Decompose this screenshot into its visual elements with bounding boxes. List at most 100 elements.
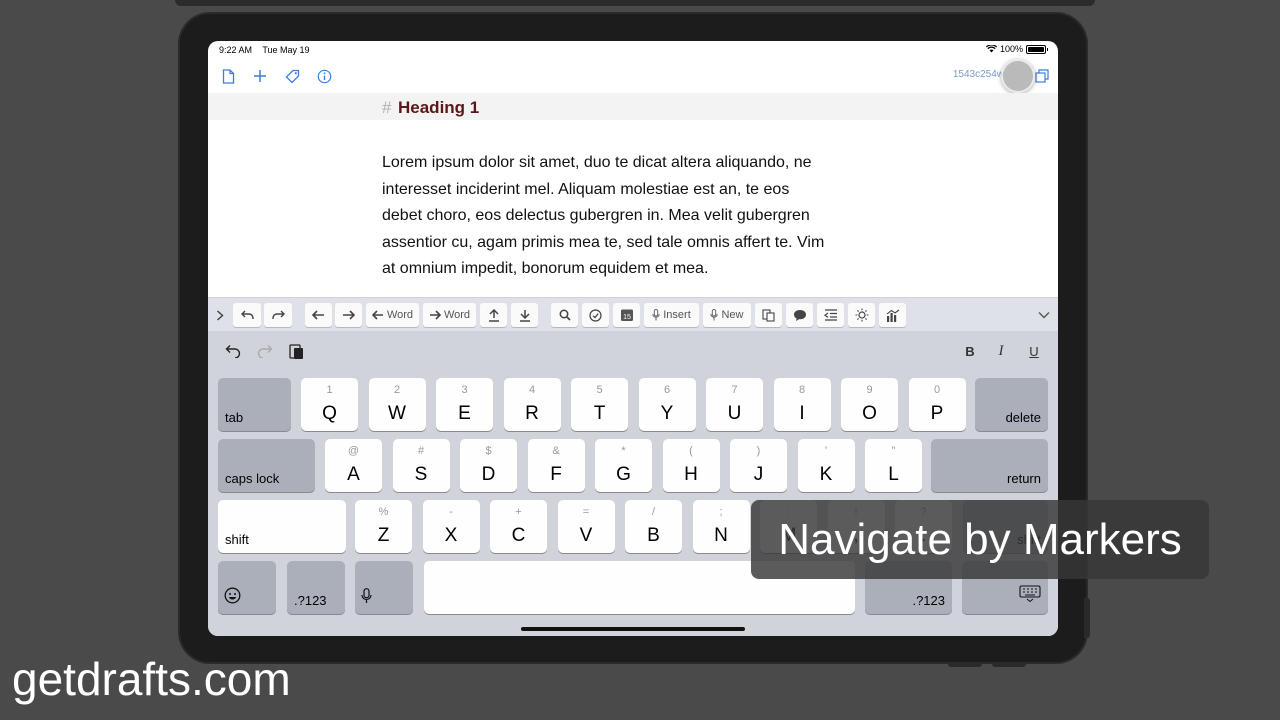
key-f[interactable]: & F (527, 439, 585, 492)
key-d[interactable]: $ D (460, 439, 517, 492)
clipboard-button[interactable] (755, 303, 782, 327)
key-o[interactable]: 9O (841, 378, 898, 431)
paste-icon[interactable] (286, 340, 308, 362)
statistics-button[interactable] (879, 303, 906, 327)
collapse-chevron-icon[interactable] (1036, 303, 1052, 327)
insert-date-button[interactable]: 15 (613, 303, 640, 327)
key-secondary-label: ; (719, 506, 723, 518)
insert-label: Insert (663, 309, 691, 321)
expand-chevron-icon[interactable] (214, 303, 226, 327)
key-h[interactable]: (H (662, 439, 720, 492)
key-g[interactable]: * G (595, 439, 652, 492)
key-secondary-label: ” (891, 445, 896, 457)
key-n[interactable]: ; N (692, 500, 750, 553)
cursor-left-button[interactable] (305, 303, 332, 327)
editor-body[interactable]: Lorem ipsum dolor sit amet, duo te dicat… (382, 150, 882, 283)
comment-button[interactable] (786, 303, 813, 327)
key-k[interactable]: ’ K (797, 439, 855, 492)
search-button[interactable] (551, 303, 578, 327)
new-draft-icon[interactable] (248, 64, 272, 88)
line-up-button[interactable] (480, 303, 507, 327)
key-y[interactable]: 6Y (638, 378, 696, 431)
key-label: A (347, 464, 360, 485)
bold-button[interactable]: B (959, 340, 981, 362)
key-label: E (458, 403, 471, 424)
word-left-button[interactable]: Word (366, 303, 419, 327)
underline-button[interactable]: U (1023, 340, 1045, 362)
caps-lock-key[interactable]: caps lock (218, 439, 315, 492)
key-w[interactable]: 2W (368, 378, 426, 431)
device-foot-left (948, 662, 982, 667)
new-label: New (721, 309, 744, 321)
tag-icon[interactable] (280, 64, 304, 88)
key-v[interactable]: = V (557, 500, 615, 553)
key-c[interactable]: + C (490, 500, 547, 553)
key-b[interactable]: / B (625, 500, 682, 553)
status-time: 9:22 AM (219, 45, 253, 55)
key-r[interactable]: 4R (503, 378, 561, 431)
home-indicator (521, 627, 745, 631)
sun-icon (855, 308, 868, 322)
emoji-key[interactable] (218, 561, 276, 614)
word-left-label: Word (386, 309, 414, 321)
key-label: .?123 (912, 593, 945, 608)
key-z[interactable]: % Z (355, 500, 412, 553)
redo-button[interactable] (264, 303, 292, 327)
dictate-new-button[interactable]: New (703, 303, 751, 327)
chart-icon (886, 309, 899, 322)
status-bar: 9:22 AM Tue May 19 100% (208, 41, 1058, 59)
info-icon[interactable] (312, 64, 336, 88)
key-u[interactable]: 7U (706, 378, 763, 431)
key-secondary-label: 5 (596, 384, 603, 396)
return-key[interactable]: return (931, 439, 1048, 492)
heading-text: Heading 1 (398, 98, 480, 117)
redo-icon[interactable] (254, 340, 276, 362)
key-secondary-label: / (651, 506, 656, 518)
key-i[interactable]: 8I (773, 378, 831, 431)
delete-key[interactable]: delete (975, 378, 1048, 431)
key-e[interactable]: 3E (436, 378, 493, 431)
microphone-icon (652, 309, 660, 321)
microphone-icon (361, 588, 372, 609)
indent-button[interactable] (817, 303, 844, 327)
arrange-windows-icon[interactable] (1032, 66, 1052, 86)
key-t[interactable]: 5T (571, 378, 628, 431)
numbers-key-left[interactable]: .?123 (287, 561, 345, 614)
key-label: F (550, 464, 562, 485)
dictation-key[interactable] (355, 561, 413, 614)
device-foot-right (992, 662, 1026, 667)
key-q[interactable]: 1Q (301, 378, 358, 431)
key-secondary-label: * (621, 445, 626, 457)
line-down-button[interactable] (511, 303, 538, 327)
heading-line[interactable]: # Heading 1 (208, 93, 1058, 120)
key-label: X (444, 525, 458, 546)
word-right-label: Word (443, 309, 471, 321)
italic-button[interactable]: I (990, 340, 1012, 362)
body-line: assentior cu, agam primis mea te, sed ta… (382, 233, 825, 251)
undo-icon[interactable] (222, 340, 244, 362)
key-s[interactable]: # S (392, 439, 450, 492)
search-icon (559, 309, 571, 321)
word-right-button[interactable]: Word (423, 303, 476, 327)
shift-key-left[interactable]: shift (218, 500, 346, 553)
key-label: P (930, 403, 944, 424)
undo-button[interactable] (233, 303, 261, 327)
key-label: L (888, 464, 899, 485)
drafts-list-icon[interactable] (216, 64, 240, 88)
key-p[interactable]: 0P (908, 378, 966, 431)
dictate-insert-button[interactable]: Insert (644, 303, 699, 327)
key-label: Z (377, 525, 390, 546)
key-secondary-label: & (552, 445, 560, 457)
key-x[interactable]: -X (422, 500, 480, 553)
theme-button[interactable] (848, 303, 875, 327)
key-l[interactable]: ” L (865, 439, 922, 492)
task-check-button[interactable] (582, 303, 609, 327)
tab-key[interactable]: tab (218, 378, 291, 431)
key-label: I (799, 403, 805, 424)
key-secondary-label: 6 (663, 384, 671, 396)
key-secondary-label: - (449, 506, 453, 518)
key-a[interactable]: @ A (325, 439, 382, 492)
key-secondary-label: 3 (461, 384, 468, 396)
key-j[interactable]: ) J (730, 439, 787, 492)
cursor-right-button[interactable] (335, 303, 362, 327)
